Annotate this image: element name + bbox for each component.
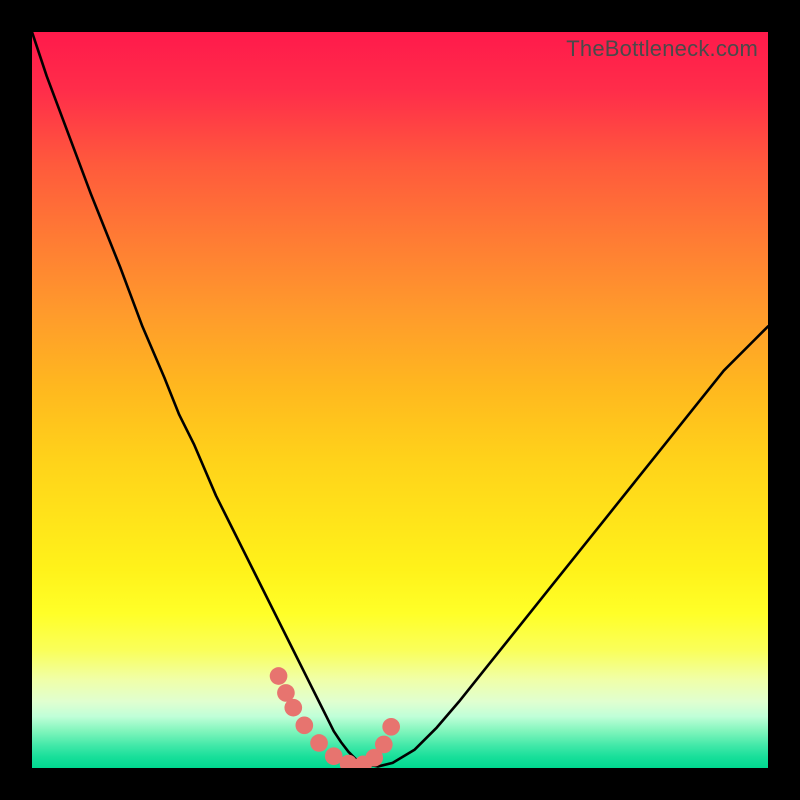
chart-frame: TheBottleneck.com: [0, 0, 800, 800]
plot-area: TheBottleneck.com: [32, 32, 768, 768]
curve-layer: [32, 32, 768, 768]
trough-marker: [382, 718, 400, 736]
trough-marker: [270, 667, 288, 685]
trough-marker: [375, 736, 393, 754]
trough-marker: [284, 699, 302, 717]
trough-marker: [310, 734, 328, 752]
trough-marker-group: [270, 667, 400, 768]
trough-marker: [295, 716, 313, 734]
bottleneck-curve: [32, 32, 768, 767]
